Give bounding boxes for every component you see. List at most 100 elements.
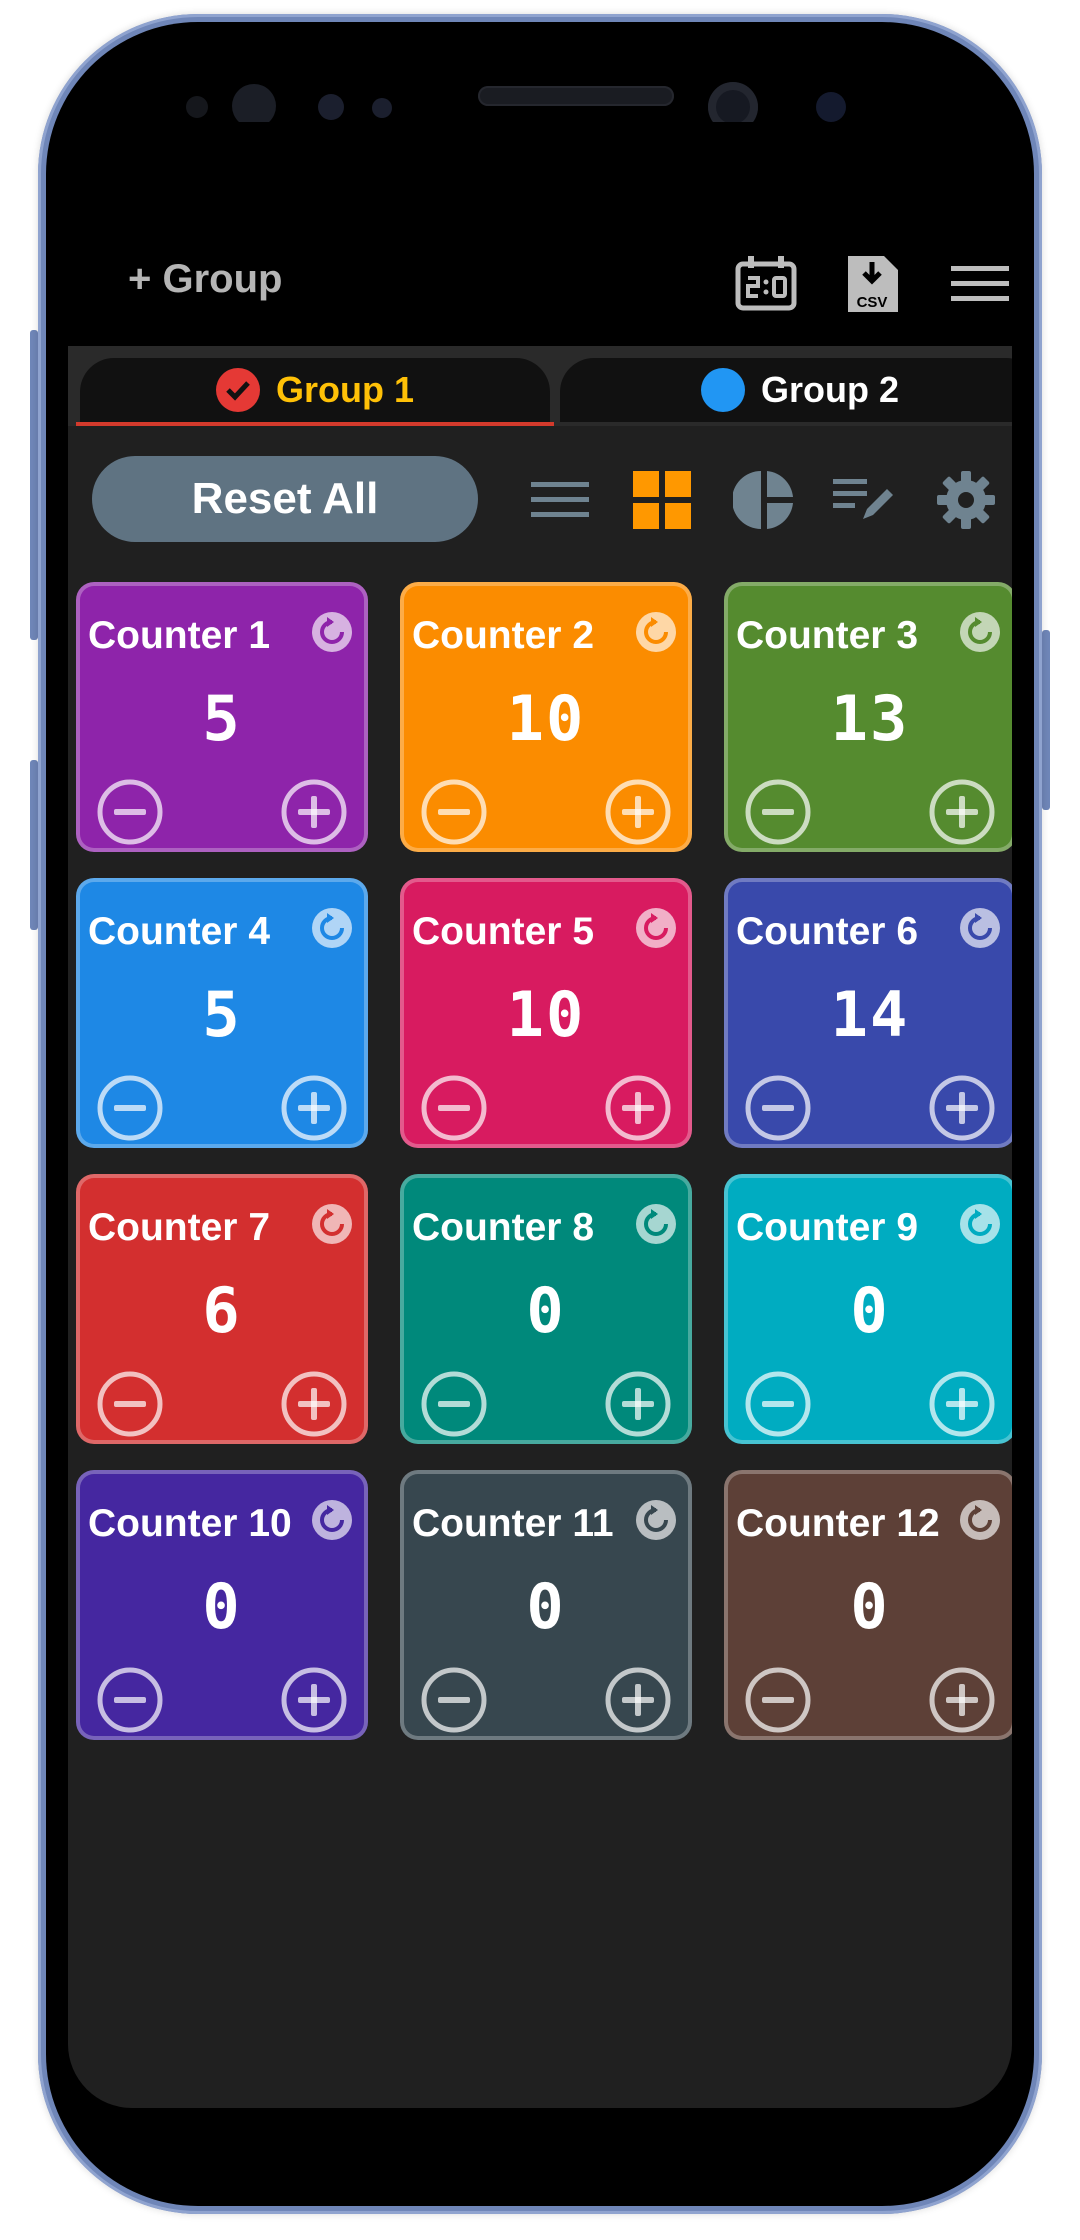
- counter-card-9: Counter 9 0: [724, 1174, 1012, 1444]
- tab-label: Group 2: [760, 369, 899, 410]
- counter-value: 13: [830, 682, 910, 755]
- counter-card-5: Counter 5 10: [400, 878, 692, 1148]
- circle-icon: [700, 368, 745, 412]
- reset-counter-icon[interactable]: [958, 1202, 1002, 1246]
- counter-value: 5: [202, 682, 242, 755]
- counter-name[interactable]: Counter 8: [412, 1206, 594, 1250]
- decrement-icon[interactable]: [744, 1666, 812, 1734]
- counter-card-6: Counter 6 14: [724, 878, 1012, 1148]
- increment-icon[interactable]: [280, 1370, 348, 1438]
- list-view-icon[interactable]: [528, 468, 592, 532]
- counter-value: 0: [202, 1570, 242, 1643]
- counter-value: 0: [850, 1570, 890, 1643]
- counter-name[interactable]: Counter 1: [88, 614, 270, 658]
- phone-body: + Group CSV Group 1 Group 2 Reset All Co…: [46, 22, 1034, 2206]
- grid-view-icon[interactable]: [630, 468, 694, 532]
- counter-value: 0: [850, 1274, 890, 1347]
- tab-group-2[interactable]: Group 2: [560, 358, 1012, 422]
- earpiece-speaker: [478, 86, 674, 106]
- counter-name[interactable]: Counter 5: [412, 910, 594, 954]
- app-screen: + Group CSV Group 1 Group 2 Reset All Co…: [68, 122, 1012, 2108]
- counter-card-10: Counter 10 0: [76, 1470, 368, 1740]
- counter-card-7: Counter 7 6: [76, 1174, 368, 1444]
- side-button-bixby: [30, 760, 38, 930]
- counter-name[interactable]: Counter 10: [88, 1502, 292, 1546]
- toolbar: Reset All: [68, 426, 1012, 566]
- menu-icon[interactable]: [948, 252, 1012, 316]
- counter-card-2: Counter 2 10: [400, 582, 692, 852]
- counter-value: 6: [202, 1274, 242, 1347]
- scoreboard-icon[interactable]: [734, 252, 798, 316]
- proximity-sensor: [186, 96, 208, 118]
- decrement-icon[interactable]: [420, 1666, 488, 1734]
- tab-group-1[interactable]: Group 1: [80, 358, 550, 422]
- reset-counter-icon[interactable]: [958, 906, 1002, 950]
- counter-card-8: Counter 8 0: [400, 1174, 692, 1444]
- front-sensor-right: [816, 92, 846, 122]
- decrement-icon[interactable]: [420, 1074, 488, 1142]
- increment-icon[interactable]: [604, 1074, 672, 1142]
- app-bar: + Group CSV: [68, 122, 1012, 346]
- checkmark-icon: [215, 368, 260, 412]
- add-group-button[interactable]: + Group: [128, 257, 282, 302]
- counter-name[interactable]: Counter 6: [736, 910, 918, 954]
- counter-card-12: Counter 12 0: [724, 1470, 1012, 1740]
- counter-name[interactable]: Counter 4: [88, 910, 270, 954]
- counter-card-4: Counter 4 5: [76, 878, 368, 1148]
- counter-name[interactable]: Counter 3: [736, 614, 918, 658]
- decrement-icon[interactable]: [744, 778, 812, 846]
- light-sensor: [318, 94, 344, 120]
- increment-icon[interactable]: [604, 1370, 672, 1438]
- counter-value: 10: [506, 682, 586, 755]
- increment-icon[interactable]: [280, 1074, 348, 1142]
- export-csv-icon[interactable]: CSV: [840, 252, 904, 316]
- counter-value: 5: [202, 978, 242, 1051]
- counter-value: 14: [830, 978, 910, 1051]
- reset-counter-icon[interactable]: [310, 1202, 354, 1246]
- counter-name[interactable]: Counter 9: [736, 1206, 918, 1250]
- reset-counter-icon[interactable]: [634, 906, 678, 950]
- side-button-power: [1042, 630, 1050, 810]
- decrement-icon[interactable]: [744, 1074, 812, 1142]
- reset-counter-icon[interactable]: [310, 906, 354, 950]
- csv-text: CSV: [857, 294, 888, 311]
- counter-value: 10: [506, 978, 586, 1051]
- reset-counter-icon[interactable]: [634, 1202, 678, 1246]
- reset-counter-icon[interactable]: [958, 1498, 1002, 1542]
- increment-icon[interactable]: [928, 1666, 996, 1734]
- phone-frame: + Group CSV Group 1 Group 2 Reset All Co…: [38, 14, 1042, 2214]
- increment-icon[interactable]: [928, 778, 996, 846]
- counter-name[interactable]: Counter 2: [412, 614, 594, 658]
- increment-icon[interactable]: [604, 1666, 672, 1734]
- decrement-icon[interactable]: [744, 1370, 812, 1438]
- counter-card-3: Counter 3 13: [724, 582, 1012, 852]
- reset-counter-icon[interactable]: [310, 610, 354, 654]
- counter-value: 0: [526, 1274, 566, 1347]
- increment-icon[interactable]: [280, 1666, 348, 1734]
- decrement-icon[interactable]: [420, 778, 488, 846]
- decrement-icon[interactable]: [96, 1074, 164, 1142]
- side-button-volume: [30, 330, 38, 640]
- increment-icon[interactable]: [280, 778, 348, 846]
- reset-counter-icon[interactable]: [634, 610, 678, 654]
- led-sensor: [372, 98, 392, 118]
- decrement-icon[interactable]: [96, 1666, 164, 1734]
- reset-counter-icon[interactable]: [634, 1498, 678, 1542]
- decrement-icon[interactable]: [96, 778, 164, 846]
- counter-name[interactable]: Counter 7: [88, 1206, 270, 1250]
- counter-card-1: Counter 1 5: [76, 582, 368, 852]
- reset-counter-icon[interactable]: [958, 610, 1002, 654]
- edit-list-icon[interactable]: [832, 468, 896, 532]
- counter-name[interactable]: Counter 12: [736, 1502, 940, 1546]
- increment-icon[interactable]: [928, 1370, 996, 1438]
- reset-all-button[interactable]: Reset All: [92, 456, 478, 542]
- decrement-icon[interactable]: [420, 1370, 488, 1438]
- tab-label: Group 1: [275, 369, 414, 410]
- reset-counter-icon[interactable]: [310, 1498, 354, 1542]
- settings-icon[interactable]: [934, 468, 998, 532]
- increment-icon[interactable]: [604, 778, 672, 846]
- counter-name[interactable]: Counter 11: [412, 1502, 614, 1546]
- increment-icon[interactable]: [928, 1074, 996, 1142]
- pie-chart-icon[interactable]: [732, 468, 796, 532]
- decrement-icon[interactable]: [96, 1370, 164, 1438]
